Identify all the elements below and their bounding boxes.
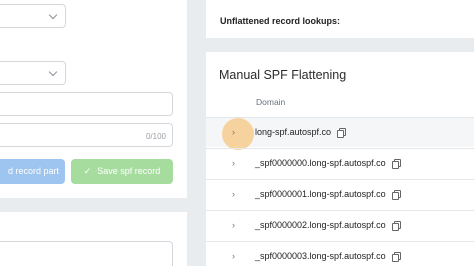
copy-icon[interactable] [391, 221, 401, 231]
chevron-right-icon[interactable]: › [232, 189, 235, 199]
text-input[interactable] [0, 92, 173, 116]
domain-name: _spf0000001.long-spf.autospf.co [255, 189, 401, 200]
domain-name: _spf0000003.long-spf.autospf.co [255, 251, 401, 262]
copy-icon[interactable] [337, 128, 347, 138]
domain-name: long-spf.autospf.co [255, 127, 347, 138]
chevron-down-icon [48, 10, 58, 20]
chevron-right-icon[interactable]: › [232, 220, 235, 230]
domain-row[interactable]: › long-spf.autospf.co [206, 117, 474, 150]
chevron-right-icon[interactable]: › [232, 127, 235, 137]
save-button-label: Save spf record [97, 166, 161, 176]
domain-row[interactable]: › _spf0000001.long-spf.autospf.co [206, 179, 474, 209]
select-field-1[interactable] [0, 4, 66, 28]
section-title: Manual SPF Flattening [219, 68, 347, 82]
char-counter: 0/100 [145, 132, 166, 141]
check-icon: ✓ [83, 166, 92, 176]
domain-row[interactable]: › _spf0000003.long-spf.autospf.co [206, 241, 474, 266]
record-form-card: 0/100 d record part ✓ Save spf record [0, 0, 187, 198]
cursor-highlight [222, 118, 254, 150]
copy-icon[interactable] [391, 190, 401, 200]
unflattened-lookups-label: Unflattened record lookups: [220, 16, 341, 26]
select-field-2[interactable] [0, 61, 66, 85]
lookups-card: Unflattened record lookups: [206, 0, 474, 38]
domain-row[interactable]: › _spf0000000.long-spf.autospf.co [206, 148, 474, 178]
copy-icon[interactable] [391, 252, 401, 262]
copy-icon[interactable] [391, 159, 401, 169]
lower-input[interactable] [0, 241, 173, 266]
add-record-part-button[interactable]: d record part [0, 159, 65, 184]
domain-name: _spf0000002.long-spf.autospf.co [255, 220, 401, 231]
chevron-down-icon [48, 67, 58, 77]
save-spf-record-button[interactable]: ✓ Save spf record [71, 159, 173, 184]
chevron-right-icon[interactable]: › [232, 251, 235, 261]
lower-form-card [0, 212, 187, 266]
domain-column-header: Domain [256, 97, 286, 107]
domain-row[interactable]: › _spf0000002.long-spf.autospf.co [206, 210, 474, 240]
manual-flattening-card: Manual SPF Flattening Domain › long-spf.… [206, 52, 474, 266]
chevron-right-icon[interactable]: › [232, 158, 235, 168]
textarea-input[interactable]: 0/100 [0, 123, 173, 147]
domain-name: _spf0000000.long-spf.autospf.co [255, 158, 401, 169]
